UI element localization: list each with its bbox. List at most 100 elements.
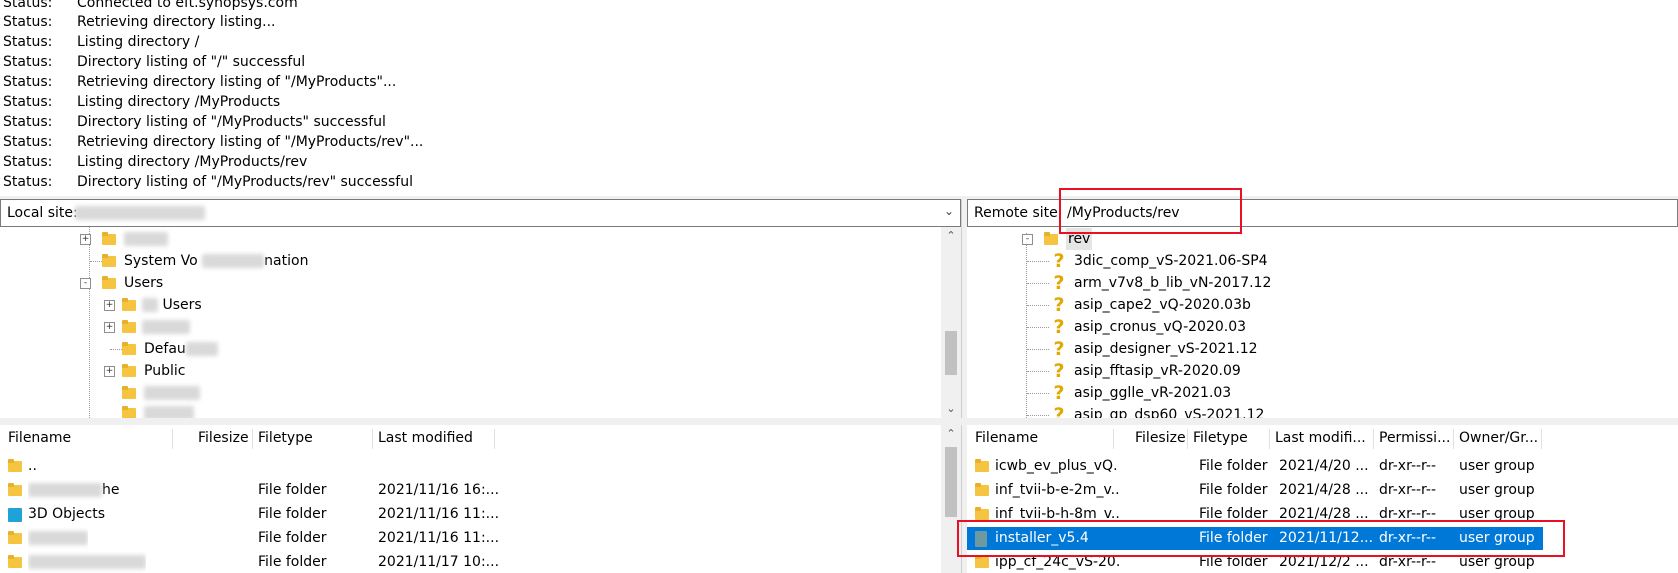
file-row[interactable]: ipp_cf_24c_vS-20... File folder 2021/12/… (967, 551, 1543, 573)
column-divider[interactable] (372, 429, 373, 449)
column-header-owner-group[interactable]: Owner/Gr... (1459, 425, 1538, 451)
column-divider[interactable] (1113, 429, 1114, 449)
collapse-icon[interactable]: - (80, 278, 91, 289)
file-modified: 2021/11/16 11:... (378, 506, 500, 522)
file-type: File folder (258, 506, 327, 522)
question-icon: ? (1053, 404, 1065, 418)
file-name: inf_tvii-b-h-8m_v... (995, 506, 1119, 522)
column-header-last-modified[interactable]: Last modified (378, 425, 473, 451)
message-log[interactable]: Status: Connected to eft.synopsys.com Sta… (0, 0, 1678, 197)
file-row[interactable]: File folder 2021/11/17 10:... (0, 551, 940, 573)
local-site-path[interactable] (75, 205, 205, 221)
column-divider[interactable] (494, 429, 495, 449)
tree-node-label: asip_gp_dsp60_vS-2021.12 (1074, 407, 1265, 418)
expand-icon[interactable]: + (80, 234, 91, 245)
expand-icon[interactable]: + (104, 366, 115, 377)
scroll-down-icon[interactable]: ⌄ (941, 400, 961, 418)
question-icon: ? (1053, 272, 1065, 294)
column-header-filesize[interactable]: Filesize (1135, 425, 1186, 451)
log-label: Status: (3, 114, 53, 130)
scroll-up-icon[interactable]: ⌃ (941, 227, 961, 245)
column-divider[interactable] (1453, 429, 1454, 449)
horizontal-splitter[interactable] (0, 418, 1678, 425)
column-divider[interactable] (172, 429, 173, 449)
tree-guide-line (1027, 261, 1049, 262)
column-header-filename[interactable]: Filename (975, 425, 1038, 451)
column-header-filetype[interactable]: Filetype (258, 425, 313, 451)
local-site-label: Local site: (7, 205, 78, 221)
column-divider[interactable] (252, 429, 253, 449)
file-row[interactable]: icwb_ev_plus_vQ... File folder 2021/4/20… (967, 455, 1543, 478)
file-row[interactable]: he File folder 2021/11/16 16:... (0, 479, 940, 502)
file-name: he (28, 479, 120, 502)
folder-icon (122, 386, 136, 400)
file-row-selected[interactable]: installer_v5.4 File folder 2021/11/12...… (967, 527, 1543, 550)
column-header-filetype[interactable]: Filetype (1193, 425, 1248, 451)
tree-guide-line (1027, 305, 1049, 306)
file-row[interactable]: inf_tvii-b-h-8m_v... File folder 2021/4/… (967, 503, 1543, 526)
remote-site-bar[interactable]: Remote site: /MyProducts/rev (967, 199, 1678, 227)
tree-node-label: System Vo nation (124, 253, 309, 269)
tree-node-label (144, 382, 200, 404)
file-type: File folder (258, 482, 327, 498)
local-list-scrollbar[interactable]: ⌃ (941, 425, 961, 573)
question-icon: ? (1053, 250, 1065, 272)
tree-guide-line (1027, 415, 1049, 416)
column-divider[interactable] (1541, 429, 1542, 449)
tree-node-label: 3dic_comp_vS-2021.06-SP4 (1074, 253, 1268, 269)
local-tree-pane[interactable]: Local site: ⌄ + System Vo nation - Users… (0, 199, 962, 418)
folder-icon (102, 254, 116, 268)
tree-node-label: Defau (144, 338, 218, 360)
log-message: Listing directory /MyProducts/rev (77, 154, 308, 170)
expand-icon[interactable]: + (104, 322, 115, 333)
column-divider[interactable] (1269, 429, 1270, 449)
file-row[interactable]: .. (0, 455, 940, 478)
server-folder-icon (975, 531, 987, 547)
folder-icon (122, 320, 136, 334)
collapse-icon[interactable]: - (1022, 234, 1033, 245)
log-label: Status: (3, 74, 53, 90)
file-owner-group: user group (1459, 458, 1535, 474)
folder-icon (8, 531, 22, 545)
local-tree-scrollbar[interactable]: ⌃ ⌄ (941, 227, 961, 418)
file-row[interactable]: 3D Objects File folder 2021/11/16 11:... (0, 503, 940, 526)
tree-node-label: rev (1066, 228, 1093, 250)
log-message: Retrieving directory listing... (77, 14, 276, 30)
column-header-last-modified[interactable]: Last modifi... (1275, 425, 1366, 451)
scroll-thumb[interactable] (945, 331, 957, 375)
log-label: Status: (3, 94, 53, 110)
column-divider[interactable] (1373, 429, 1374, 449)
tree-node-label (124, 228, 168, 250)
file-name: 3D Objects (28, 506, 106, 522)
column-header-permissions[interactable]: Permissi... (1379, 425, 1450, 451)
file-owner-group: user group (1459, 530, 1535, 546)
log-label: Status: (3, 54, 53, 70)
remote-site-label: Remote site: (974, 205, 1063, 221)
column-header-filename[interactable]: Filename (8, 425, 71, 451)
file-row[interactable]: inf_tvii-b-e-2m_v... File folder 2021/4/… (967, 479, 1543, 502)
file-type: File folder (258, 554, 327, 570)
tree-node-label: asip_fftasip_vR-2020.09 (1074, 363, 1241, 379)
file-modified: 2021/4/28 ... (1279, 506, 1369, 522)
local-file-list[interactable]: Filename ⌃ Filesize Filetype Last modifi… (0, 425, 962, 573)
local-site-bar[interactable]: Local site: ⌄ (0, 199, 961, 227)
chevron-down-icon[interactable]: ⌄ (944, 204, 954, 218)
question-icon: ? (1053, 294, 1065, 316)
file-owner-group: user group (1459, 554, 1535, 570)
scroll-thumb[interactable] (945, 447, 957, 517)
remote-tree-pane[interactable]: Remote site: /MyProducts/rev - rev ? 3dic… (967, 199, 1678, 418)
file-row[interactable]: File folder 2021/11/16 11:... (0, 527, 940, 550)
remote-file-list[interactable]: Filename ⌃ Filesize Filetype Last modifi… (967, 425, 1678, 573)
expand-icon[interactable]: + (104, 300, 115, 311)
scroll-up-icon[interactable]: ⌃ (941, 425, 961, 443)
question-icon: ? (1053, 360, 1065, 382)
question-icon: ? (1053, 382, 1065, 404)
column-divider[interactable] (1187, 429, 1188, 449)
remote-site-path[interactable]: /MyProducts/rev (1067, 205, 1180, 221)
file-type: File folder (1199, 506, 1268, 522)
file-modified: 2021/4/20 ... (1279, 458, 1369, 474)
column-header-filesize[interactable]: Filesize (198, 425, 249, 451)
log-message: Directory listing of "/MyProducts" succe… (77, 114, 386, 130)
folder-icon (102, 232, 116, 246)
log-message: Retrieving directory listing of "/MyProd… (77, 134, 424, 150)
